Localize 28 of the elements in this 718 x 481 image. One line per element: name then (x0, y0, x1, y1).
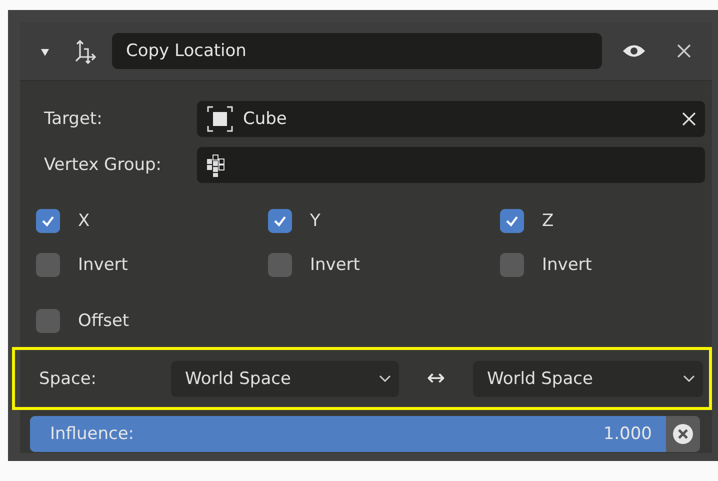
influence-label: Influence: (50, 424, 134, 444)
offset-checkbox[interactable]: Offset (36, 309, 130, 333)
invert-checkbox[interactable]: Invert (500, 253, 712, 277)
invert-checkbox[interactable]: Invert (36, 253, 268, 277)
owner-space-dropdown[interactable]: World Space (171, 360, 399, 396)
vertex-group-label: Vertex Group: (44, 155, 163, 175)
invert-checkbox[interactable]: Invert (268, 253, 500, 277)
clear-icon[interactable] (681, 111, 697, 127)
chevron-icon (683, 374, 695, 382)
vertex-group-field[interactable] (197, 147, 705, 183)
target-space-dropdown[interactable]: World Space (473, 360, 703, 396)
swap-arrow: ↔ (426, 366, 446, 391)
target-value: Cube (243, 109, 288, 129)
axis-checkbox[interactable]: Y (268, 209, 500, 233)
disclosure-triangle-icon (40, 46, 50, 56)
disable-keep-button[interactable] (666, 416, 700, 452)
circled-x-icon (672, 423, 694, 445)
vertex-group-icon (205, 152, 225, 178)
target-label: Target: (44, 109, 104, 129)
axis-checkbox[interactable]: Z (500, 209, 712, 233)
target-field[interactable]: Cube (197, 101, 705, 137)
object-icon (205, 104, 235, 134)
influence-value: 1.000 (603, 424, 652, 444)
axis-checkbox[interactable]: X (36, 209, 268, 233)
constraint-name-field[interactable]: Copy Location (112, 33, 602, 69)
chevron-icon (379, 374, 391, 382)
space-label: Space: (39, 368, 98, 388)
close-icon (676, 43, 692, 59)
